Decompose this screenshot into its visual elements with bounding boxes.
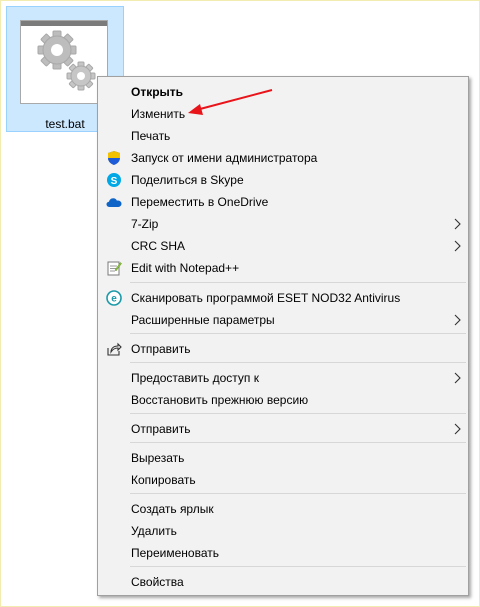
menu-item-open[interactable]: Открыть <box>99 81 467 103</box>
menu-item-delete[interactable]: Удалить <box>99 520 467 542</box>
menu-item-label: Удалить <box>131 524 177 538</box>
menu-item-label: Вырезать <box>131 451 185 465</box>
menu-item-create-shortcut[interactable]: Создать ярлык <box>99 498 467 520</box>
menu-item-label: Восстановить прежнюю версию <box>131 393 309 407</box>
menu-item-label: Переместить в OneDrive <box>131 195 269 209</box>
menu-item-label: Сканировать программой ESET NOD32 Antivi… <box>131 291 401 305</box>
menu-item-label: Отправить <box>131 422 191 436</box>
menu-item-label: Копировать <box>131 473 196 487</box>
menu-item-label: Расширенные параметры <box>131 313 275 327</box>
batch-file-gear-icon <box>20 20 108 104</box>
menu-separator <box>130 566 466 567</box>
menu-item-cut[interactable]: Вырезать <box>99 447 467 469</box>
menu-item-edit[interactable]: Изменить <box>99 103 467 125</box>
menu-item-label: Свойства <box>131 575 184 589</box>
menu-item-label: Изменить <box>131 107 186 121</box>
menu-item-print[interactable]: Печать <box>99 125 467 147</box>
menu-item-move-onedrive[interactable]: Переместить в OneDrive <box>99 191 467 213</box>
chevron-right-icon <box>452 312 462 328</box>
menu-item-share[interactable]: Отправить <box>99 338 467 360</box>
chevron-right-icon <box>452 421 462 437</box>
notepadpp-icon <box>106 260 122 276</box>
menu-separator <box>130 413 466 414</box>
menu-item-run-as-admin[interactable]: Запуск от имени администратора <box>99 147 467 169</box>
menu-item-rename[interactable]: Переименовать <box>99 542 467 564</box>
menu-item-label: Edit with Notepad++ <box>131 261 240 275</box>
menu-item-label: Поделиться в Skype <box>131 173 244 187</box>
uac-shield-icon <box>106 150 122 166</box>
chevron-right-icon <box>452 370 462 386</box>
menu-separator <box>130 362 466 363</box>
menu-item-label: Переименовать <box>131 546 219 560</box>
svg-text:S: S <box>111 176 118 187</box>
context-menu: Открыть Изменить Печать Запуск от имени … <box>97 76 469 596</box>
skype-icon: S <box>106 172 122 188</box>
menu-item-send-to[interactable]: Отправить <box>99 418 467 440</box>
onedrive-icon <box>106 194 122 210</box>
eset-icon: e <box>106 290 122 306</box>
menu-item-label: Открыть <box>131 85 184 99</box>
menu-item-restore-version[interactable]: Восстановить прежнюю версию <box>99 389 467 411</box>
menu-item-give-access[interactable]: Предоставить доступ к <box>99 367 467 389</box>
menu-item-crc-sha[interactable]: CRC SHA <box>99 235 467 257</box>
chevron-right-icon <box>452 216 462 232</box>
svg-text:e: e <box>111 294 117 305</box>
menu-item-label: Отправить <box>131 342 191 356</box>
menu-separator <box>130 493 466 494</box>
menu-item-advanced[interactable]: Расширенные параметры <box>99 309 467 331</box>
menu-item-eset-scan[interactable]: e Сканировать программой ESET NOD32 Anti… <box>99 287 467 309</box>
menu-item-copy[interactable]: Копировать <box>99 469 467 491</box>
menu-item-label: 7-Zip <box>131 217 159 231</box>
menu-item-label: Создать ярлык <box>131 502 214 516</box>
menu-item-label: Запуск от имени администратора <box>131 151 318 165</box>
menu-separator <box>130 282 466 283</box>
menu-separator <box>130 442 466 443</box>
menu-item-label: Предоставить доступ к <box>131 371 259 385</box>
chevron-right-icon <box>452 238 462 254</box>
share-icon <box>106 341 122 357</box>
menu-item-label: Печать <box>131 129 171 143</box>
menu-item-properties[interactable]: Свойства <box>99 571 467 593</box>
menu-separator <box>130 333 466 334</box>
menu-item-7zip[interactable]: 7-Zip <box>99 213 467 235</box>
menu-item-label: CRC SHA <box>131 239 186 253</box>
menu-item-share-skype[interactable]: S Поделиться в Skype <box>99 169 467 191</box>
menu-item-notepadpp[interactable]: Edit with Notepad++ <box>99 257 467 279</box>
